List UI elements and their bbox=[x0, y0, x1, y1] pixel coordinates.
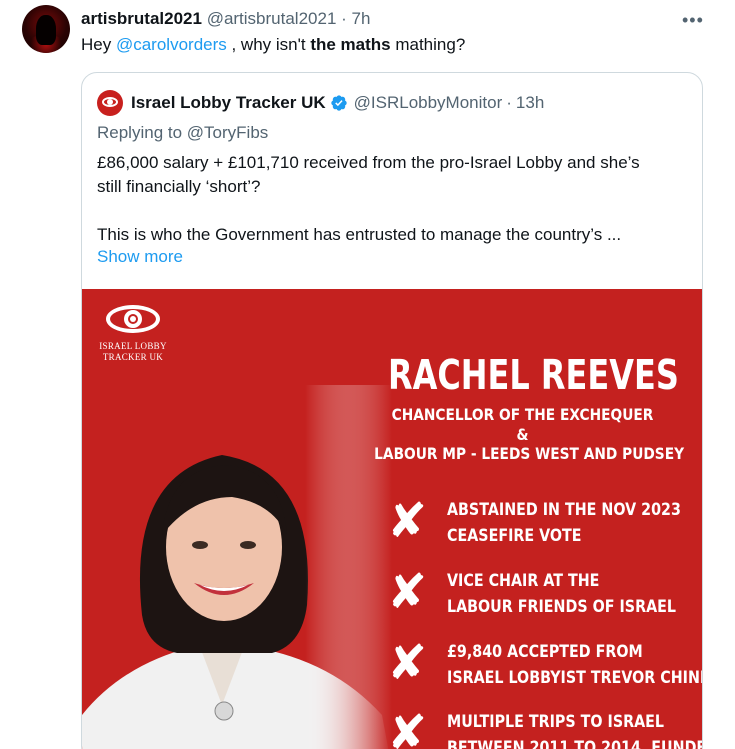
quote-text-line: still financially ‘short’? bbox=[97, 177, 261, 196]
bullet-line: VICE CHAIR AT THE bbox=[447, 571, 600, 591]
quote-author-name[interactable]: Israel Lobby Tracker UK bbox=[131, 93, 326, 113]
more-options-icon[interactable]: ••• bbox=[682, 10, 704, 31]
verified-badge-icon[interactable] bbox=[330, 94, 348, 112]
replying-to: Replying to @ToryFibs bbox=[97, 123, 268, 143]
quote-time[interactable]: 13h bbox=[516, 93, 544, 113]
text-prefix: Hey bbox=[81, 35, 116, 54]
quote-author-handle[interactable]: @ISRLobbyMonitor bbox=[354, 93, 503, 113]
replying-prefix: Replying to bbox=[97, 123, 187, 142]
eye-logo-icon bbox=[106, 303, 160, 335]
media-logo-text: ISRAEL LOBBY TRACKER UK bbox=[98, 341, 168, 363]
author-name[interactable]: artisbrutal2021 bbox=[81, 9, 202, 28]
author-handle[interactable]: @artisbrutal2021 bbox=[207, 9, 337, 28]
bullet-line: LABOUR FRIENDS OF ISRAEL bbox=[447, 597, 676, 617]
media-subtitle: LABOUR MP - LEEDS WEST AND PUDSEY bbox=[374, 444, 685, 463]
cross-icon: ✘ bbox=[387, 705, 428, 749]
bullet-line: BETWEEN 2011 TO 2014, FUNDED bbox=[447, 738, 703, 749]
quote-avatar[interactable] bbox=[97, 90, 123, 116]
tweet[interactable]: artisbrutal2021 @artisbrutal2021 · 7h ••… bbox=[0, 0, 735, 749]
media-subtitle: CHANCELLOR OF THE EXCHEQUER bbox=[391, 405, 654, 424]
text-middle: , why isn't bbox=[226, 35, 311, 54]
portrait-photo bbox=[82, 385, 392, 749]
tweet-time[interactable]: 7h bbox=[352, 9, 371, 28]
replying-handle[interactable]: @ToryFibs bbox=[187, 123, 269, 142]
logo-line: TRACKER UK bbox=[102, 352, 164, 362]
cross-icon: ✘ bbox=[387, 493, 428, 549]
media-title: RACHEL REEVES bbox=[387, 351, 679, 399]
quote-separator: · bbox=[506, 93, 512, 112]
bullet-line: CEASEFIRE VOTE bbox=[447, 526, 582, 546]
bullet-line: ISRAEL LOBBYIST TREVOR CHINN bbox=[447, 668, 703, 688]
text-bold: the maths bbox=[310, 35, 391, 54]
media-subtitle: & bbox=[516, 425, 529, 444]
quoted-tweet[interactable]: Israel Lobby Tracker UK @ISRLobbyMonitor… bbox=[81, 72, 703, 749]
quote-text: £86,000 salary + £101,710 received from … bbox=[97, 151, 697, 247]
quote-media-image[interactable]: ISRAEL LOBBY TRACKER UK RACHEL REEVES CH… bbox=[82, 289, 703, 749]
quote-text-line: This is who the Government has entrusted… bbox=[97, 225, 622, 244]
avatar-figure bbox=[36, 15, 56, 45]
quote-header: Israel Lobby Tracker UK @ISRLobbyMonitor… bbox=[97, 90, 544, 116]
text-suffix: mathing? bbox=[390, 35, 466, 54]
avatar[interactable] bbox=[22, 5, 70, 53]
bullet-line: MULTIPLE TRIPS TO ISRAEL bbox=[447, 712, 665, 732]
mention-link[interactable]: @carolvorders bbox=[116, 35, 227, 54]
media-logo: ISRAEL LOBBY TRACKER UK bbox=[98, 303, 168, 363]
cross-icon: ✘ bbox=[387, 635, 428, 691]
tweet-header: artisbrutal2021 @artisbrutal2021 · 7h bbox=[81, 9, 370, 29]
header-separator: · bbox=[341, 9, 347, 28]
bullet-line: £9,840 ACCEPTED FROM bbox=[447, 642, 643, 662]
eye-pupil-icon bbox=[107, 99, 113, 105]
cross-icon: ✘ bbox=[387, 564, 428, 620]
show-more-link[interactable]: Show more bbox=[97, 247, 183, 267]
bullet-line: ABSTAINED IN THE NOV 2023 bbox=[447, 500, 681, 520]
logo-line: ISRAEL LOBBY bbox=[99, 341, 167, 351]
quote-text-line: £86,000 salary + £101,710 received from … bbox=[97, 153, 640, 172]
tweet-text: Hey @carolvorders , why isn't the maths … bbox=[81, 35, 465, 55]
